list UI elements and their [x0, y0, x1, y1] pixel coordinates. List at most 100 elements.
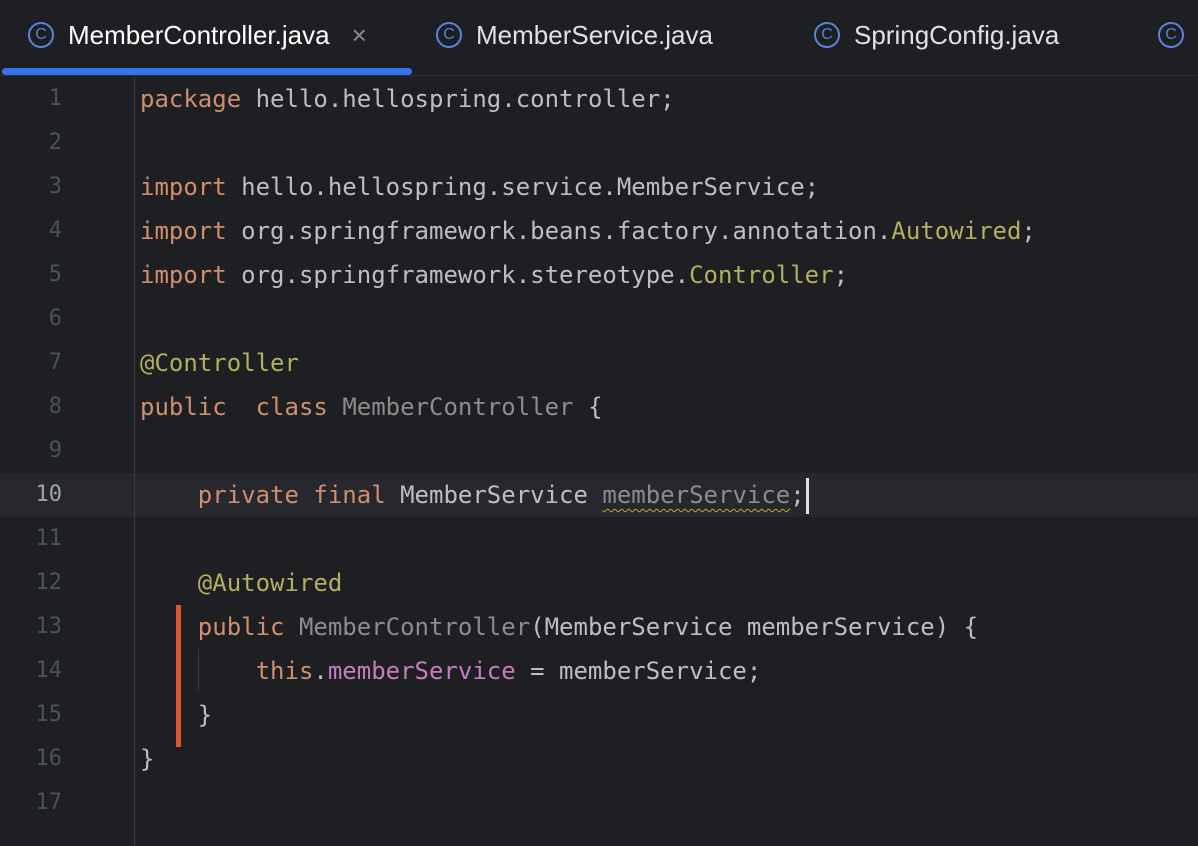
code-token: MemberService	[385, 481, 603, 509]
code-text[interactable]: package hello.hellospring.controller;	[140, 77, 675, 121]
code-line[interactable]: 12 @Autowired	[0, 561, 1198, 605]
code-text[interactable]: this.memberService = memberService;	[140, 649, 762, 693]
code-token: org.springframework.stereotype.	[226, 261, 690, 289]
line-number[interactable]: 10	[0, 473, 63, 517]
code-line[interactable]: 11	[0, 517, 1198, 561]
tab-membercontroller[interactable]: C MemberController.java ×	[28, 0, 367, 70]
class-c-icon: C	[28, 22, 54, 48]
code-line[interactable]: 8 public class MemberController {	[0, 385, 1198, 429]
code-token: Autowired	[891, 217, 1022, 245]
code-token: private	[197, 481, 299, 509]
code-line[interactable]: 6	[0, 297, 1198, 341]
code-token: memberService	[602, 481, 791, 509]
code-token: @Controller	[140, 349, 299, 377]
code-token: public	[140, 393, 227, 421]
code-token: }	[140, 701, 213, 729]
line-number[interactable]: 13	[0, 605, 63, 649]
line-number[interactable]: 14	[0, 649, 63, 693]
code-line[interactable]: 10 private final MemberService memberSer…	[0, 473, 1198, 517]
code-token: Controller	[689, 261, 834, 289]
code-token: = memberService;	[515, 657, 762, 685]
code-text[interactable]: private final MemberService memberServic…	[140, 473, 809, 517]
code-line[interactable]: 13 public MemberController(MemberService…	[0, 605, 1198, 649]
code-line[interactable]: 4 import org.springframework.beans.factor…	[0, 209, 1198, 253]
tab-springconfig[interactable]: C SpringConfig.java	[814, 0, 1059, 70]
line-number[interactable]: 12	[0, 561, 63, 605]
line-number[interactable]: 17	[0, 781, 63, 825]
code-token: this	[255, 657, 314, 685]
class-c-icon: C	[436, 22, 462, 48]
line-number[interactable]: 2	[0, 121, 62, 165]
line-number[interactable]: 5	[0, 253, 62, 297]
code-line[interactable]: 15 }	[0, 693, 1198, 737]
text-caret	[805, 478, 809, 514]
code-token: package	[140, 85, 242, 113]
line-number[interactable]: 7	[0, 341, 62, 385]
tab-label: MemberService.java	[476, 19, 713, 50]
code-token: ;	[833, 261, 849, 289]
code-text[interactable]: }	[140, 737, 154, 781]
code-token: MemberController	[342, 393, 574, 421]
class-c-icon: C	[814, 22, 840, 48]
editor-tab-bar: C MemberController.java × C MemberServic…	[0, 0, 1198, 76]
code-token: public	[197, 613, 285, 641]
line-number[interactable]: 8	[0, 385, 62, 429]
code-token: org.springframework.beans.factory.annota…	[226, 217, 892, 245]
class-c-icon: C	[1158, 22, 1184, 48]
tab-label: SpringConfig.java	[854, 19, 1060, 50]
code-text[interactable]: @Autowired	[140, 561, 343, 605]
code-line[interactable]: 3 import hello.hellospring.service.Member…	[0, 165, 1198, 209]
tab-overflow[interactable]: C	[1158, 0, 1198, 70]
code-text[interactable]: public MemberController(MemberService me…	[140, 605, 978, 649]
code-token: hello.hellospring.service.MemberService;	[226, 173, 820, 201]
line-number[interactable]: 3	[0, 165, 62, 209]
code-token: .	[313, 657, 328, 685]
code-line[interactable]: 16}	[0, 737, 1198, 781]
code-token: final	[313, 481, 386, 509]
code-token: hello.hellospring.controller;	[241, 85, 675, 113]
close-icon[interactable]: ×	[352, 20, 367, 51]
code-text[interactable]: }	[140, 693, 212, 737]
line-number[interactable]: 15	[0, 693, 63, 737]
code-line[interactable]: 5 import org.springframework.stereotype.C…	[0, 253, 1198, 297]
code-token: ;	[1021, 217, 1036, 245]
code-token: {	[573, 393, 603, 421]
code-token: ;	[790, 481, 805, 509]
code-text[interactable]: import org.springframework.stereotype.Co…	[140, 253, 848, 297]
tab-label: MemberController.java	[68, 19, 330, 50]
code-token: import	[140, 217, 227, 245]
code-line[interactable]: 1 package hello.hellospring.controller;	[0, 77, 1198, 121]
line-number[interactable]: 4	[0, 209, 62, 253]
code-line[interactable]: 2	[0, 121, 1198, 165]
line-number[interactable]: 9	[0, 429, 62, 473]
code-line[interactable]: 7 @Controller	[0, 341, 1198, 385]
code-token: (MemberService memberService) {	[530, 613, 979, 641]
code-editor[interactable]: 1 package hello.hellospring.controller; 2 3…	[0, 77, 1198, 846]
code-text[interactable]: import hello.hellospring.service.MemberS…	[140, 165, 819, 209]
code-token: }	[140, 745, 155, 773]
code-line[interactable]: 14 this.memberService = memberService;	[0, 649, 1198, 693]
code-token: memberService	[327, 657, 516, 685]
line-number[interactable]: 11	[0, 517, 63, 561]
code-token: import	[140, 261, 227, 289]
code-text[interactable]: public class MemberController {	[140, 385, 602, 429]
line-number[interactable]: 16	[0, 737, 63, 781]
code-line[interactable]: 9	[0, 429, 1198, 473]
tab-memberservice[interactable]: C MemberService.java	[436, 0, 713, 70]
line-number[interactable]: 1	[0, 77, 62, 121]
active-tab-indicator	[2, 68, 412, 75]
code-token: import	[140, 173, 227, 201]
code-text[interactable]: import org.springframework.beans.factory…	[140, 209, 1036, 253]
code-line[interactable]: 17	[0, 781, 1198, 825]
line-number[interactable]: 6	[0, 297, 62, 341]
code-token: MemberController	[298, 613, 531, 641]
code-text[interactable]: @Controller	[140, 341, 299, 385]
